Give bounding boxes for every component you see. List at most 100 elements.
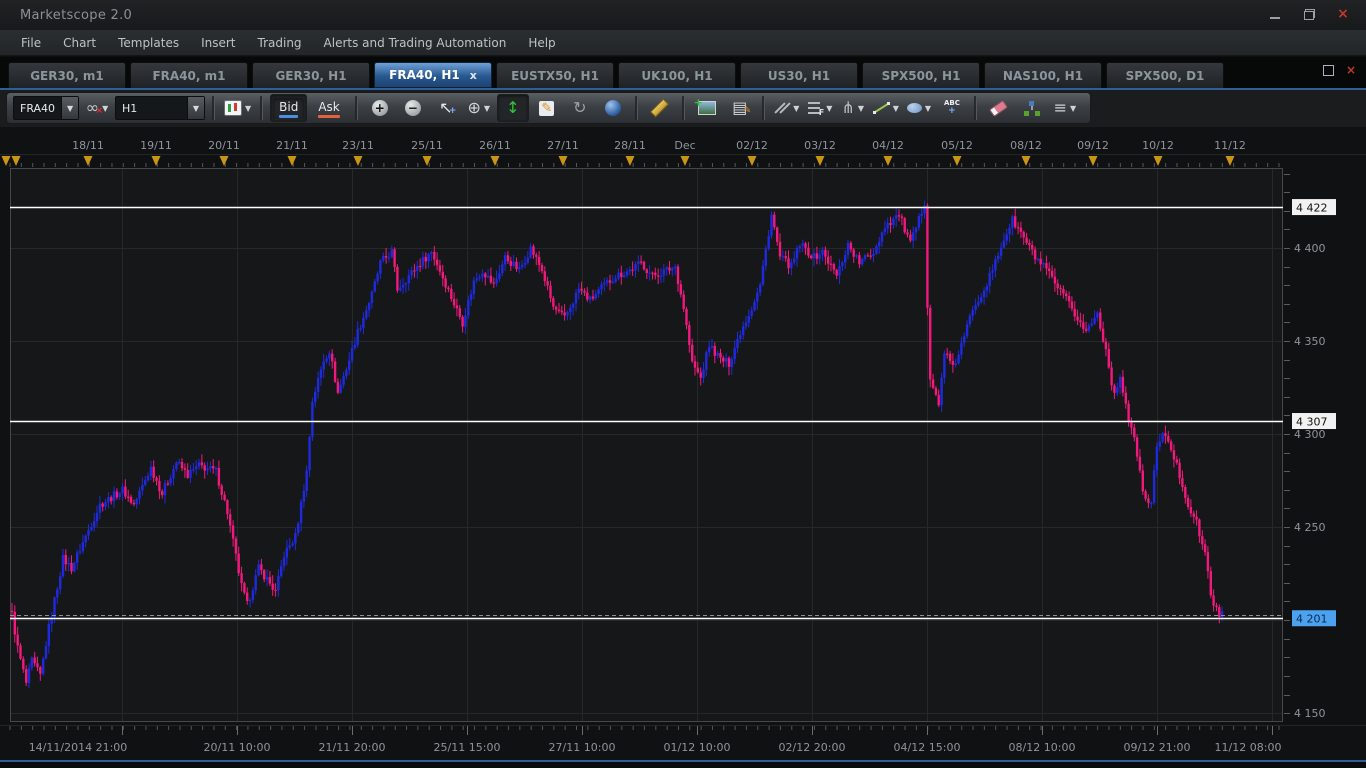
bottom-axis-label: 20/11 10:00 [204, 741, 271, 754]
window-title: Marketscope 2.0 [20, 7, 133, 23]
menu-item-file[interactable]: File [10, 32, 52, 54]
chevron-down-icon[interactable]: ▼ [925, 104, 931, 113]
tab-nas100-h1[interactable]: NAS100, H1 [984, 62, 1102, 88]
autoscale-icon: ↕ [506, 98, 520, 117]
annotation-button[interactable]: ✎ [532, 95, 562, 121]
autoscale-button[interactable]: ↕ [496, 94, 529, 122]
chart-type-icon[interactable]: ▼ [222, 95, 253, 121]
eraser-icon [989, 99, 1009, 117]
tab-label: GER30, H1 [275, 68, 347, 83]
symbol-combo-value: FRA40 [20, 101, 56, 115]
top-axis-label: 02/12 [736, 139, 768, 152]
unlink-icon[interactable]: ∞ × ▼ [82, 95, 112, 121]
menu-item-trading[interactable]: Trading [247, 32, 313, 54]
menu-item-templates[interactable]: Templates [107, 32, 190, 54]
add-image-button[interactable]: + [692, 95, 722, 121]
menu-item-insert[interactable]: Insert [190, 32, 246, 54]
top-axis-label: Dec [674, 139, 695, 152]
parallel-lines-icon [774, 100, 791, 116]
eraser-button[interactable] [984, 95, 1014, 121]
ruler-button[interactable] [645, 95, 675, 121]
price-badge-label: 4 201 [1296, 613, 1328, 626]
refresh-button[interactable]: ↻ [565, 95, 595, 121]
tab-label: SPX500, H1 [881, 68, 961, 83]
zoom-region-icon: ⊕ [467, 98, 481, 117]
bottom-axis-label: 21/11 20:00 [319, 741, 386, 754]
add-image-icon: + [694, 96, 716, 115]
top-axis-label: 19/11 [140, 139, 172, 152]
tab-us30-h1[interactable]: US30, H1 [740, 62, 858, 88]
ellipse-tool-button[interactable]: ▼ [904, 95, 934, 121]
bottom-axis-label: 27/11 10:00 [549, 741, 616, 754]
tab-ger30-m1[interactable]: GER30, m1 [8, 62, 126, 88]
tab-eustx50-h1[interactable]: EUSTX50, H1 [496, 62, 614, 88]
price-axis-label: 4 400 [1294, 242, 1326, 255]
ellipse-icon [906, 103, 922, 113]
trendline-tool-button[interactable]: ▼ [871, 95, 901, 121]
top-axis-label: 21/11 [276, 139, 308, 152]
ruler-icon [650, 98, 670, 118]
unlink-icon: ∞ × [85, 98, 104, 117]
chevron-down-icon[interactable]: ▼ [793, 104, 799, 113]
close-chart-icon[interactable]: × [1346, 64, 1356, 76]
tab-label: EUSTX50, H1 [511, 68, 599, 83]
tab-ger30-h1[interactable]: GER30, H1 [252, 62, 370, 88]
chevron-down-icon[interactable]: ▼ [858, 104, 864, 113]
close-icon[interactable]: × [1334, 6, 1352, 22]
chevron-down-icon[interactable]: ▼ [484, 104, 490, 113]
bottom-axis-label: 04/12 15:00 [894, 741, 961, 754]
toolbar-separator [260, 96, 264, 120]
tab-fra40-h1[interactable]: FRA40, H1 x [374, 62, 492, 88]
zoom-region-button[interactable]: ⊕ ▼ [464, 95, 494, 121]
overflow-button[interactable]: ≡ ▼ [1050, 95, 1080, 121]
refresh-icon: ↻ [573, 98, 587, 117]
tab-uk100-h1[interactable]: UK100, H1 [618, 62, 736, 88]
chevron-down-icon[interactable]: ▼ [893, 104, 899, 113]
restore-chart-icon[interactable] [1322, 65, 1334, 76]
tab-spx500-h1[interactable]: SPX500, H1 [862, 62, 980, 88]
restore-icon[interactable] [1300, 6, 1318, 22]
menu-item-alerts-and-trading-automation[interactable]: Alerts and Trading Automation [313, 32, 518, 54]
bottom-axis-label: 11/12 08:00 [1215, 741, 1282, 754]
bid-toggle[interactable]: Bid [270, 94, 308, 122]
cursor-add-button[interactable]: ↖ + [431, 95, 461, 121]
toolbar-separator [634, 96, 638, 120]
price-axis-label: 4 300 [1294, 428, 1326, 441]
minimize-icon[interactable] [1266, 6, 1284, 22]
pitchfork-tool-button[interactable]: ⋔ ▼ [838, 95, 868, 121]
price-axis-label: 4 150 [1294, 707, 1326, 720]
zoom-in-icon: + [371, 100, 388, 116]
chevron-down-icon[interactable]: ▼ [61, 97, 78, 119]
zoom-out-button[interactable]: − [398, 95, 428, 121]
tab-close-icon[interactable]: x [470, 69, 477, 82]
cursor-add-icon: ↖ + [439, 98, 457, 117]
text-tool-button[interactable]: ABC + [937, 95, 967, 121]
gann-tool-button[interactable]: ▼ [772, 95, 802, 121]
timeframe-combo[interactable]: H1 ▼ [115, 95, 205, 121]
tab-fra40-m1[interactable]: FRA40, m1 [130, 62, 248, 88]
chevron-down-icon[interactable]: ▼ [245, 104, 251, 113]
tab-spx500-d1[interactable]: SPX500, D1 [1106, 62, 1224, 88]
tab-label: NAS100, H1 [1002, 68, 1084, 83]
globe-button[interactable] [598, 95, 628, 121]
tab-strip: GER30, m1 FRA40, m1 GER30, H1 FRA40, H1 x EUS… [0, 57, 1366, 88]
toolbar-separator [681, 96, 685, 120]
chevron-down-icon[interactable]: ▼ [826, 104, 832, 113]
tab-label: GER30, m1 [30, 68, 104, 83]
menu-item-help[interactable]: Help [517, 32, 566, 54]
toolbar-separator [354, 96, 358, 120]
candlestick-chart[interactable]: 18/11 19/11 20/11 21/11 23/11 25/11 26/11 27/11… [0, 127, 1366, 768]
chevron-down-icon[interactable]: ▼ [1070, 104, 1076, 113]
indicator-icon: ▤ ✎ [732, 98, 752, 117]
symbol-combo[interactable]: FRA40 ▼ [13, 95, 79, 121]
chevron-down-icon[interactable]: ▼ [187, 97, 204, 119]
price-badge-label: 4 307 [1296, 416, 1328, 429]
plot-area[interactable] [10, 168, 1283, 722]
zoom-in-button[interactable]: + [365, 95, 395, 121]
annotation-icon: ✎ [539, 100, 555, 116]
menu-item-chart[interactable]: Chart [52, 32, 107, 54]
ask-toggle[interactable]: Ask [310, 95, 347, 121]
fibonacci-tool-button[interactable]: F ▼ [805, 95, 835, 121]
strategy-button[interactable] [1017, 95, 1047, 121]
indicator-button[interactable]: ▤ ✎ [725, 95, 755, 121]
